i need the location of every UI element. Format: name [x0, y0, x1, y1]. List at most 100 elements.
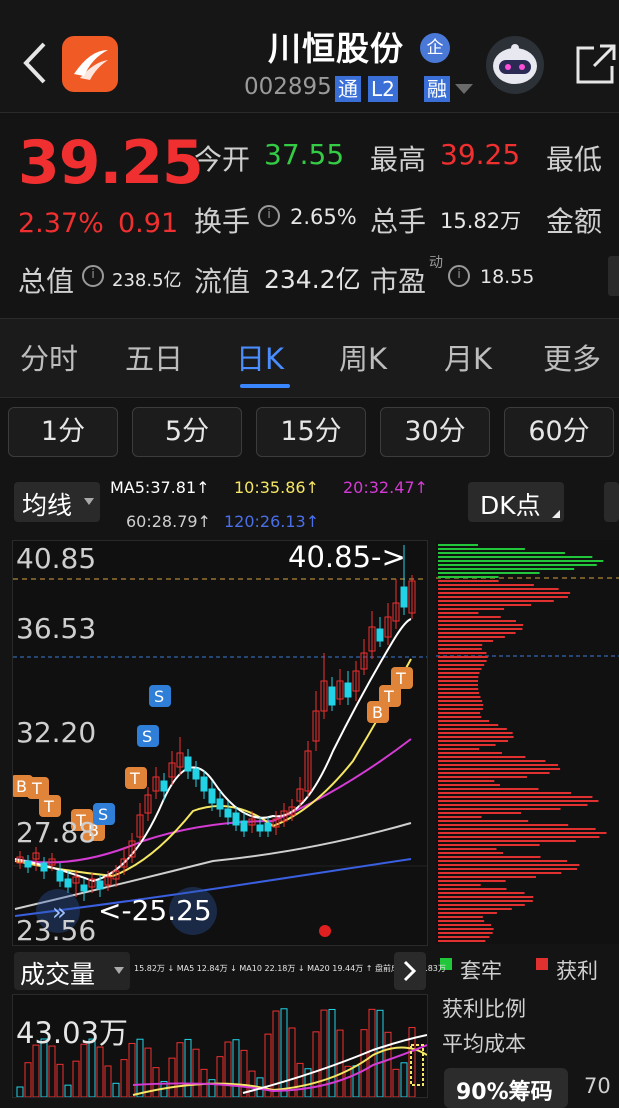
corner-triangle-icon — [552, 510, 560, 518]
turnover-value: 2.65% — [290, 205, 357, 229]
chip-bar — [438, 908, 512, 910]
chip-bar — [438, 672, 480, 674]
period-1min-button[interactable]: 1分 — [8, 407, 118, 457]
chip-bar — [438, 544, 478, 546]
chip-bar — [438, 860, 568, 862]
chip-bar — [438, 868, 577, 870]
info-icon[interactable]: i — [82, 265, 104, 287]
back-icon[interactable] — [20, 38, 50, 88]
candle-body — [376, 628, 384, 642]
more-quote-handle[interactable] — [608, 256, 619, 296]
share-icon[interactable] — [574, 42, 618, 86]
period-15min-button[interactable]: 15分 — [256, 407, 366, 457]
chip-bar — [438, 700, 483, 702]
info-icon[interactable]: i — [258, 205, 280, 227]
float-value: 234.2亿 — [264, 265, 361, 294]
chip-bar — [438, 840, 576, 842]
volume-label: 总手 — [370, 205, 427, 238]
chip-bar — [438, 660, 487, 662]
pe-dynamic-mark: 动 — [429, 255, 443, 271]
chevron-down-icon[interactable] — [455, 84, 473, 96]
candle-body — [56, 870, 64, 882]
chip-bar — [438, 928, 494, 930]
chip-bar — [438, 788, 539, 790]
tag-l2: L2 — [368, 76, 398, 102]
assistant-robot-icon[interactable] — [486, 36, 544, 94]
chip-bar — [438, 880, 506, 882]
candle-body — [200, 776, 208, 792]
chip-90-button[interactable]: 90%筹码 — [444, 1068, 568, 1108]
candle-body — [216, 798, 224, 810]
chip-bar — [438, 780, 495, 782]
ma5-value: MA5:37.81↑ — [110, 478, 210, 497]
period-60min-button[interactable]: 60分 — [504, 407, 614, 457]
tab-more[interactable]: 更多 — [543, 336, 601, 378]
tag-connect: 通 — [335, 76, 361, 102]
candle-body — [160, 780, 168, 792]
chip-bar — [438, 568, 575, 570]
stock-code: 002895 — [244, 74, 332, 100]
chip-bar — [438, 556, 593, 558]
dk-point-button[interactable]: DK点 — [468, 482, 564, 522]
chip-bar — [438, 888, 507, 890]
chip-bar — [438, 784, 501, 786]
candle-body — [96, 880, 104, 890]
tab-five-day[interactable]: 五日 — [125, 336, 183, 378]
chip-bar — [438, 816, 482, 818]
ma-selector[interactable]: 均线 — [14, 482, 100, 522]
chip-bar — [438, 820, 529, 822]
chip-bar — [438, 916, 483, 918]
tab-intraday[interactable]: 分时 — [20, 336, 78, 378]
double-chevron-icon[interactable]: » — [52, 898, 67, 926]
chip-bar — [438, 736, 514, 738]
red-dot-marker — [319, 925, 331, 937]
chip-bar — [438, 624, 524, 626]
info-icon[interactable]: i — [448, 265, 470, 287]
high-label: 最高 — [370, 143, 427, 176]
svg-text:S: S — [154, 687, 164, 706]
ma120-value: 120:26.13↑ — [224, 512, 320, 531]
chip-90-label: 90%筹码 — [456, 1080, 553, 1105]
candle-body — [400, 586, 408, 608]
tab-weekly-k[interactable]: 周K — [339, 336, 387, 378]
current-price: 39.25 — [18, 128, 204, 198]
svg-text:T: T — [129, 769, 140, 788]
profit-ratio-label: 获利比例 — [442, 997, 526, 1021]
chip-bar — [438, 808, 561, 810]
expand-right-button[interactable] — [394, 952, 426, 990]
period-30min-button[interactable]: 30分 — [380, 407, 490, 457]
candle-body — [192, 768, 200, 780]
tab-monthly-k[interactable]: 月K — [444, 336, 492, 378]
chip-bar — [438, 652, 487, 654]
chip-bar — [438, 876, 536, 878]
chip-bar — [438, 904, 525, 906]
chip-distribution-chart — [436, 540, 619, 944]
chip-bar — [438, 560, 604, 562]
chip-bar — [438, 800, 599, 802]
float-label: 流值 — [194, 265, 251, 298]
chip-bar — [438, 648, 482, 650]
chip-bar — [438, 596, 568, 598]
chip-bar — [438, 608, 505, 610]
chip-bar — [438, 844, 540, 846]
y-label-4: 27.88 — [16, 816, 97, 849]
chip-bar — [438, 584, 534, 586]
chip-bar — [438, 640, 493, 642]
chip-bar — [438, 576, 499, 578]
change-percent: 2.37% — [18, 208, 104, 239]
svg-text:S: S — [98, 805, 108, 824]
chip-bar — [438, 720, 490, 722]
more-toolbar-handle[interactable] — [604, 482, 619, 522]
chip-bar — [438, 564, 597, 566]
tab-daily-k[interactable]: 日K — [236, 336, 284, 378]
volume-selector[interactable]: 成交量 — [14, 952, 130, 990]
y-label-3: 32.20 — [16, 716, 97, 749]
candle-body — [208, 788, 216, 804]
period-5min-button[interactable]: 5分 — [132, 407, 242, 457]
chip-bar — [438, 776, 527, 778]
chip-bar — [438, 620, 517, 622]
dk-point-label: DK点 — [480, 491, 541, 520]
chip-bar — [438, 752, 502, 754]
chip-bar — [438, 644, 483, 646]
chip-bar — [438, 688, 479, 690]
